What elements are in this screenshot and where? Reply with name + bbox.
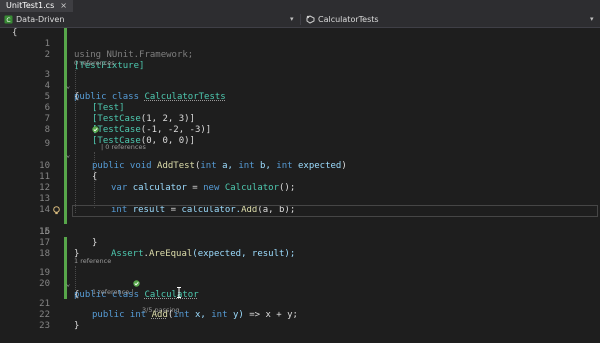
mouse-ibeam-icon (177, 287, 181, 298)
code-line-17[interactable]: 17 } (0, 227, 600, 259)
code-line-21[interactable]: 21 public int Add(int x, int y) => x + y… (0, 288, 600, 320)
code-line-20[interactable]: 20 { (0, 268, 600, 300)
nav-divider (300, 14, 301, 25)
code-line-13[interactable]: 13 int result = calculator.Add(a, b); (0, 183, 600, 215)
code-line-15[interactable]: 15 Assert.AreEqual(expected, result); (0, 205, 600, 259)
chevron-down-icon[interactable]: ▾ (290, 12, 294, 27)
member-dropdown[interactable]: CalculatorTests (306, 12, 379, 27)
code-line-19[interactable]: 19 ⌄ public class Calculator (0, 257, 600, 300)
code-line-11[interactable]: 11 var calculator = new Calculator(); (0, 161, 600, 193)
code-editor-lower: 10 { 11 var calculator = new Calculator(… (0, 28, 600, 331)
csharp-project-icon: C (4, 15, 13, 24)
navigation-bar: C Data-Driven ▾ CalculatorTests ▾ (0, 12, 600, 28)
line-number: 23 (39, 321, 50, 331)
code-line-16[interactable]: 16 } (0, 216, 600, 248)
project-name: Data-Driven (16, 15, 65, 24)
tab-strip: UnitTest1.cs × (0, 0, 600, 12)
chevron-down-icon[interactable]: ▾ (590, 12, 594, 27)
member-name: CalculatorTests (318, 15, 379, 24)
code-line-14[interactable]: 14 (0, 194, 600, 215)
tab-title: UnitTest1.cs (6, 1, 55, 10)
tab-unittest1[interactable]: UnitTest1.cs × (0, 0, 73, 12)
svg-text:C: C (6, 17, 10, 24)
class-icon (306, 15, 315, 24)
code-line-22[interactable]: 22 } (0, 299, 600, 331)
test-pass-icon[interactable] (133, 280, 140, 287)
code-line-23[interactable]: 23 (0, 310, 600, 331)
project-dropdown[interactable]: C Data-Driven (4, 12, 64, 27)
lightbulb-icon[interactable] (52, 206, 61, 215)
codelens-row: 1 reference | 3/5 passing (0, 279, 600, 314)
close-icon[interactable]: × (60, 1, 67, 10)
code-line-10[interactable]: 10 { (0, 150, 600, 182)
brace-token: } (74, 321, 80, 331)
codelens-row: 1 reference (0, 248, 600, 265)
code-line-12[interactable]: 12 (0, 172, 600, 193)
